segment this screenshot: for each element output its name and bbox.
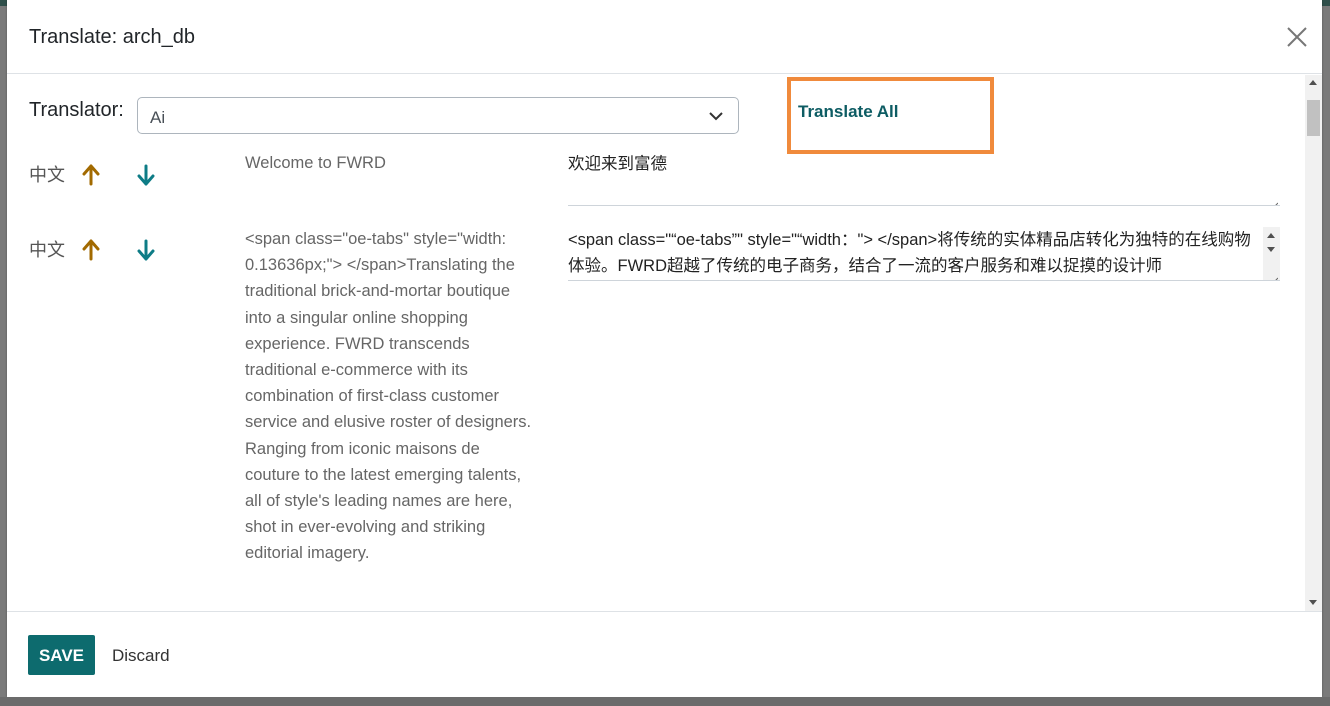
dialog-footer: SAVE Discard xyxy=(7,611,1322,697)
translation-input[interactable]: <span class="“oe-tabs”" style="“width：">… xyxy=(568,227,1280,281)
translator-label: Translator: xyxy=(29,99,124,121)
translation-value: <span class="“oe-tabs”" style="“width：">… xyxy=(568,231,1251,275)
arrow-down-icon[interactable] xyxy=(134,238,158,262)
resize-handle-icon[interactable] xyxy=(1268,193,1279,205)
save-button[interactable]: SAVE xyxy=(28,635,95,675)
scroll-down-icon[interactable] xyxy=(1309,600,1317,605)
row-language-label: 中文 xyxy=(29,165,65,185)
dialog-title: Translate: arch_db xyxy=(29,26,196,48)
dialog-scrollbar[interactable] xyxy=(1305,75,1322,611)
discard-button[interactable]: Discard xyxy=(112,646,170,666)
resize-handle-icon[interactable] xyxy=(1268,268,1279,280)
translate-dialog: Translate: arch_db Translator: Ai Transl… xyxy=(7,0,1322,697)
scroll-up-icon[interactable] xyxy=(1309,80,1317,85)
dialog-header: Translate: arch_db xyxy=(7,0,1322,74)
close-icon[interactable] xyxy=(1282,22,1312,52)
arrow-down-icon[interactable] xyxy=(134,163,158,187)
translation-value: 欢迎来到富德 xyxy=(568,155,667,173)
translator-select[interactable]: Ai xyxy=(137,97,739,134)
chevron-down-icon xyxy=(708,109,724,128)
source-text: Welcome to FWRD xyxy=(245,154,386,172)
arrow-up-icon[interactable] xyxy=(79,238,103,262)
scrollbar-thumb[interactable] xyxy=(1307,100,1320,136)
translate-all-link[interactable]: Translate All xyxy=(798,102,898,122)
scroll-up-icon[interactable] xyxy=(1267,233,1275,238)
source-text: <span class="oe-tabs" style="width: 0.13… xyxy=(245,230,532,563)
dialog-body: Translator: Ai Translate All 中文 Welcome … xyxy=(7,75,1305,611)
translator-select-value: Ai xyxy=(150,108,166,127)
row-language-label: 中文 xyxy=(29,240,65,260)
arrow-up-icon[interactable] xyxy=(79,163,103,187)
backdrop-bottom-strip xyxy=(0,697,1330,706)
scroll-down-icon[interactable] xyxy=(1267,247,1275,252)
translation-input[interactable]: 欢迎来到富德 xyxy=(568,151,1280,206)
